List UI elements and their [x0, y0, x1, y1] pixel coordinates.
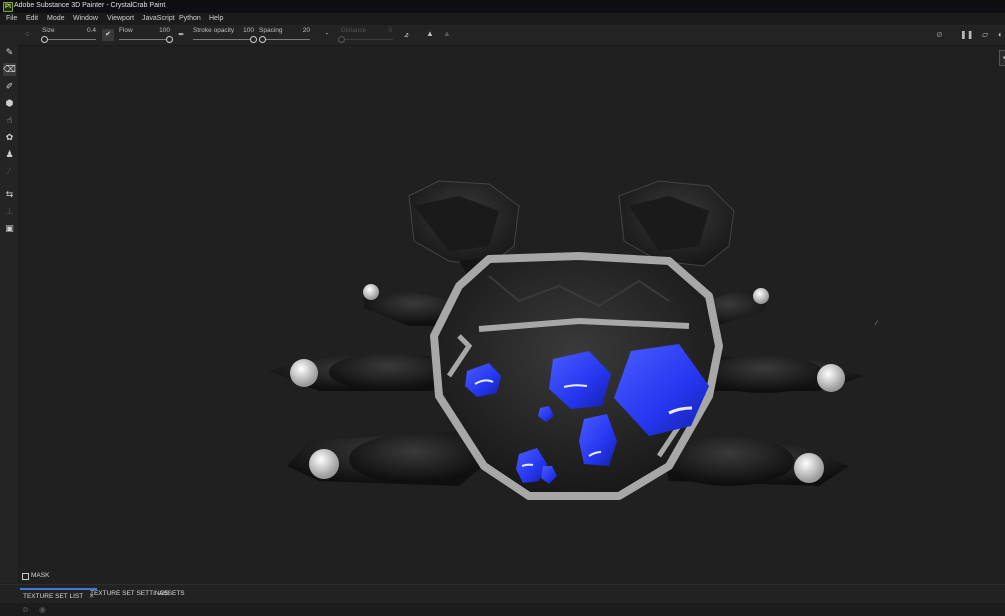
tool-polygon-fill[interactable]: ⬢	[3, 97, 16, 110]
stroke-opacity-value[interactable]: 100	[235, 27, 254, 34]
flow-label: Flow	[119, 27, 133, 34]
tool-smudge[interactable]: ☝	[3, 114, 16, 127]
tab-assets[interactable]: ASSETS	[159, 590, 185, 597]
link-icon: ⊚	[22, 605, 29, 614]
mask-checkbox[interactable]	[22, 573, 29, 580]
spacing-slider[interactable]	[262, 39, 310, 40]
tool-clone[interactable]: ✿	[3, 131, 16, 144]
crab-model-render[interactable]	[19, 46, 1005, 584]
display-settings-icon[interactable]: ◐	[998, 30, 1003, 40]
stamp-icon: ♟	[5, 149, 14, 159]
smudge-icon: ☝	[6, 115, 13, 125]
spacing-value[interactable]: 20	[296, 27, 310, 34]
flow-slider-handle[interactable]	[166, 36, 173, 43]
tool-measure[interactable]: ⊥	[3, 205, 16, 218]
eye-icon: ◉	[39, 605, 46, 614]
menu-file[interactable]: File	[6, 15, 17, 22]
menu-javascript[interactable]: JavaScript	[142, 15, 175, 22]
menu-help[interactable]: Help	[209, 15, 223, 22]
bake-icon: ⇆	[5, 189, 14, 199]
lazy-mouse-icon[interactable]: ⠂	[325, 30, 331, 40]
paint-brush-icon: ✎	[5, 47, 14, 57]
bottom-toolbar: ⊚ ◉	[0, 603, 1005, 616]
polygon-fill-icon: ⬢	[5, 98, 14, 108]
menu-bar: File Edit Mode Window Viewport JavaScrip…	[0, 13, 1005, 26]
flow-value[interactable]: 100	[150, 27, 170, 34]
spacing-slider-handle[interactable]	[259, 36, 266, 43]
menu-edit[interactable]: Edit	[26, 15, 38, 22]
color-picker-icon: ⁄	[8, 166, 11, 176]
tool-eraser[interactable]: ⌫	[3, 63, 16, 76]
camera-icon[interactable]: ▱	[982, 30, 988, 40]
tab-texture-set-settings[interactable]: TEXTURE SET SETTINGS	[90, 590, 169, 597]
render-icon: ▣	[5, 223, 14, 233]
distance-slider-handle	[338, 36, 345, 43]
window-title: Adobe Substance 3D Painter - CrystalCrab…	[14, 2, 166, 9]
distance-value: 0	[388, 27, 392, 34]
left-toolbar: ✎ ⌫ ✐ ⬢ ☝ ✿ ♟ ⁄ ⇆ ⊥ ▣	[0, 45, 19, 583]
size-slider[interactable]	[42, 39, 96, 40]
tool-properties-bar: ⁘ Size 0.4 ✔ Flow 100 ✒ Stroke opacity 1…	[0, 26, 1005, 46]
spacing-label: Spacing	[259, 27, 283, 34]
size-label: Size	[42, 27, 55, 34]
pause-icon[interactable]: ❚❚	[960, 30, 973, 40]
size-slider-handle[interactable]	[41, 36, 49, 43]
clone-icon: ✿	[5, 132, 14, 142]
app-logo-icon: Pt	[3, 2, 13, 12]
distance-label: Distance	[341, 27, 367, 34]
pen-pressure-icon[interactable]: ✒	[178, 30, 185, 40]
menu-mode[interactable]: Mode	[47, 15, 65, 22]
viewport-side-tab[interactable]: ▸	[999, 50, 1005, 66]
tool-color-picker[interactable]: ⁄	[3, 165, 16, 178]
flow-lock-button[interactable]: ✔	[102, 29, 114, 41]
size-value[interactable]: 0.4	[80, 27, 96, 34]
tool-render[interactable]: ▣	[3, 222, 16, 235]
hide-ui-icon[interactable]: ⊘	[936, 30, 943, 40]
title-bar: Pt Adobe Substance 3D Painter - CrystalC…	[0, 0, 1005, 13]
tab-texture-set-list-label: TEXTURE SET LIST	[23, 593, 84, 600]
stroke-opacity-slider-handle[interactable]	[250, 36, 257, 43]
eraser-icon: ⌫	[3, 64, 16, 74]
mask-label: MASK	[31, 572, 50, 579]
bottom-panel: TEXTURE SET LIST ✕ TEXTURE SET SETTINGS …	[0, 584, 1005, 616]
measure-icon: ⊥	[5, 206, 14, 216]
tool-bake[interactable]: ⇆	[3, 188, 16, 201]
tool-paint[interactable]: ✎	[3, 46, 16, 59]
tool-stamp[interactable]: ♟	[3, 148, 16, 161]
projection-icon: ✐	[5, 81, 14, 91]
stroke-opacity-slider[interactable]	[193, 39, 253, 40]
backface-culling-icon[interactable]: ▲	[426, 29, 434, 39]
stroke-opacity-label: Stroke opacity	[193, 27, 235, 34]
tool-projection[interactable]: ✐	[3, 80, 16, 93]
menu-window[interactable]: Window	[73, 15, 98, 22]
flow-slider[interactable]	[119, 39, 169, 40]
distance-slider	[341, 39, 393, 40]
3d-viewport[interactable]: ⁄ ▸ MASK	[19, 46, 1005, 584]
menu-viewport[interactable]: Viewport	[107, 15, 134, 22]
menu-python[interactable]: Python	[179, 15, 201, 22]
occlusion-icon: ▲	[443, 29, 451, 38]
symmetry-icon[interactable]: ⁘	[24, 30, 31, 40]
tab-texture-set-list[interactable]: TEXTURE SET LIST ✕	[20, 588, 98, 604]
alignment-icon[interactable]: ⦨	[404, 30, 408, 40]
viewport-cursor-icon: ⁄	[876, 321, 878, 327]
